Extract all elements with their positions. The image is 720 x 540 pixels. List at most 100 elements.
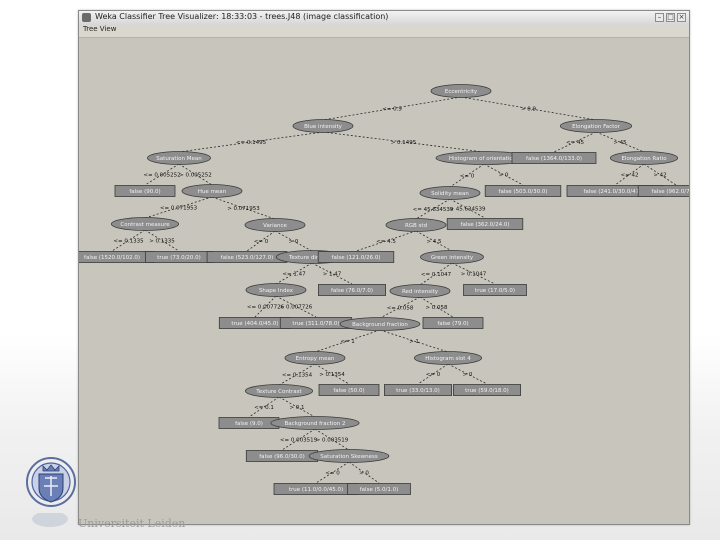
tree-leaf-node[interactable]: true (11.0/0.0/45.0): [273, 483, 359, 495]
node-label: true (33.0/13.0): [396, 388, 440, 394]
node-label: true (59.0/18.0): [465, 388, 509, 394]
node-label: false (121.0/26.0): [332, 255, 381, 261]
tree-split-node[interactable]: Blue intensity: [292, 119, 354, 133]
tree-split-node[interactable]: Hue mean: [181, 184, 243, 198]
edge-label: > 0.1495: [391, 140, 417, 146]
tree-split-node[interactable]: Green intensity: [420, 250, 484, 264]
node-label: true (11.0/0.0/45.0): [289, 487, 343, 493]
node-label: false (1364.0/133.0): [526, 156, 582, 162]
tree-leaf-node[interactable]: false (96.0/30.0): [245, 450, 319, 462]
tree-leaf-node[interactable]: false (79.0): [422, 317, 484, 329]
edge-label: <= 0.005252: [143, 173, 180, 179]
edge-label: <= 4.5: [376, 239, 396, 245]
edge-label: <= 42: [621, 173, 639, 179]
edge-label: <= 0.071953: [160, 206, 198, 212]
window-title: Weka Classifier Tree Visualizer: 18:33:0…: [95, 12, 389, 21]
node-label: Background fraction: [352, 322, 408, 328]
node-label: true (404.0/45.0): [231, 321, 278, 327]
edge-label: > 0.003519: [316, 438, 349, 444]
tree-leaf-node[interactable]: false (362.0/24.0): [446, 218, 524, 230]
tree-canvas[interactable]: <= 0.9 > 0.9 <= 0.1495 > 0.1495 <= 45 > 45 <= …: [79, 38, 689, 524]
tree-split-node[interactable]: Solidity mean: [419, 186, 481, 200]
node-label: Background fraction 2: [285, 421, 346, 427]
node-label: false (9.0): [235, 421, 263, 427]
edge-label: > 0.1335: [149, 239, 175, 245]
tree-leaf-node[interactable]: false (50.0): [318, 384, 380, 396]
node-label: false (76.0/7.0): [331, 288, 373, 294]
tree-leaf-node[interactable]: false (523.0/127.0): [206, 251, 288, 263]
tree-split-node[interactable]: Background fraction 2: [270, 416, 360, 430]
app-icon: [82, 13, 91, 22]
tree-visualizer-window: Weka Classifier Tree Visualizer: 18:33:0…: [78, 10, 690, 525]
tree-split-node[interactable]: Shape Index: [245, 283, 307, 297]
logo-reflection: [32, 513, 68, 527]
tree-split-node[interactable]: Saturation Mean: [147, 151, 211, 165]
edge-label: <= 0.1495: [236, 140, 267, 146]
node-label: Contrast measure: [120, 222, 170, 228]
edge-label: > 0: [289, 239, 299, 245]
edge-label: > 45.634539: [449, 207, 486, 213]
node-label: false (79.0): [437, 321, 468, 327]
edge-label: > 0.1047: [461, 272, 487, 278]
edge-label: > 1: [409, 339, 419, 345]
node-label: Blue intensity: [304, 124, 343, 130]
edge-label: > 0: [499, 173, 509, 179]
tree-split-node[interactable]: Background fraction: [339, 317, 421, 331]
edge-label: > 45: [613, 140, 627, 146]
tree-leaf-node[interactable]: false (1520.0/102.0): [79, 251, 155, 263]
tree-leaf-node[interactable]: true (17.0/5.0): [463, 284, 527, 296]
university-seal-logo: [26, 457, 76, 507]
tree-leaf-node[interactable]: false (962.0/74.0): [637, 185, 689, 197]
edge-label: > 0.1354: [319, 372, 345, 378]
maximize-icon[interactable]: □: [666, 13, 675, 22]
edge-label: > 0: [359, 471, 369, 477]
node-label: Hue mean: [198, 189, 227, 195]
edge-label: > 1.47: [323, 272, 342, 278]
close-icon[interactable]: ×: [677, 13, 686, 22]
node-label: Elongation Ratio: [621, 156, 667, 162]
tree-split-node[interactable]: RGB std: [385, 218, 447, 232]
window-titlebar[interactable]: Weka Classifier Tree Visualizer: 18:33:0…: [79, 11, 689, 26]
edge-label: <= 0: [325, 471, 340, 477]
tree-split-node[interactable]: Texture Contrast: [244, 384, 313, 398]
node-label: true (17.0/5.0): [475, 288, 515, 294]
tree-split-node[interactable]: Elongation Factor: [559, 119, 633, 133]
node-label: Texture Contrast: [255, 389, 302, 395]
tree-leaf-node[interactable]: true (59.0/18.0): [452, 384, 521, 396]
tree-leaf-node[interactable]: false (503.0/30.0): [484, 185, 562, 197]
tree-split-node[interactable]: Elongation Ratio: [610, 151, 679, 165]
tree-split-node[interactable]: Eccentricity: [430, 84, 492, 98]
tree-leaf-node[interactable]: false (121.0/26.0): [317, 251, 395, 263]
edge-label: > 0: [463, 372, 473, 378]
node-label: true (311.0/78.0): [292, 321, 339, 327]
tree-leaf-node[interactable]: false (90.0): [114, 185, 176, 197]
node-label: false (90.0): [129, 189, 160, 195]
tree-split-node[interactable]: Saturation Skewness: [308, 449, 390, 463]
node-label: false (5.0/1.0): [360, 487, 398, 493]
node-label: Eccentricity: [445, 89, 478, 95]
tree-split-node[interactable]: Histogram slot 4: [413, 351, 482, 365]
node-label: Saturation Skewness: [320, 454, 378, 460]
tree-split-node[interactable]: Red intensity: [389, 284, 451, 298]
node-label: Red intensity: [402, 289, 439, 295]
tree-leaf-node[interactable]: true (73.0/20.0): [145, 251, 213, 263]
tree-leaf-node[interactable]: false (9.0): [218, 417, 280, 429]
minimize-icon[interactable]: –: [655, 13, 664, 22]
tree-leaf-node[interactable]: true (33.0/13.0): [383, 384, 452, 396]
node-label: Solidity mean: [431, 191, 469, 197]
tree-view-menu[interactable]: Tree View: [83, 25, 116, 33]
tree-split-node[interactable]: Contrast measure: [111, 217, 179, 231]
tree-leaf-node[interactable]: false (5.0/1.0): [347, 483, 411, 495]
node-label: Entropy mean: [296, 356, 335, 362]
edge-label: > 4.5: [426, 239, 442, 245]
edge-label: <= 0.003519: [280, 438, 318, 444]
tree-split-node[interactable]: Variance: [244, 218, 306, 232]
tree-split-node[interactable]: Entropy mean: [284, 351, 346, 365]
tree-leaf-node[interactable]: false (76.0/7.0): [317, 284, 386, 296]
edge-label: > 0.058: [425, 305, 448, 311]
edge-label: <= 0: [254, 239, 269, 245]
node-label: false (96.0/30.0): [259, 454, 304, 460]
tree-leaf-node[interactable]: false (1364.0/133.0): [511, 152, 597, 164]
edge-label: <= 0.058: [387, 306, 414, 312]
node-label: false (523.0/127.0): [221, 255, 273, 261]
